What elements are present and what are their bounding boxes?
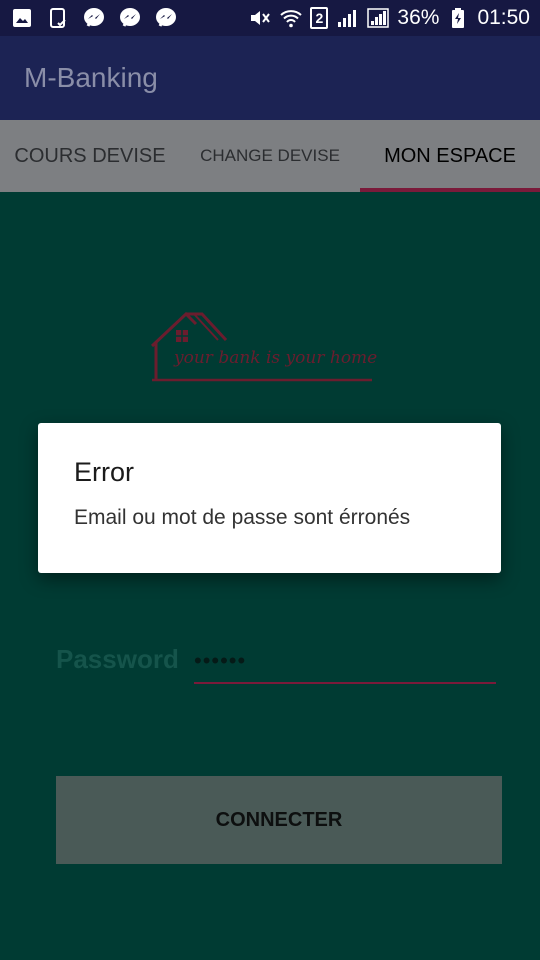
- app-title: M-Banking: [24, 62, 158, 93]
- file-check-icon: [46, 6, 70, 30]
- logo-tagline: your bank is your home: [174, 348, 378, 368]
- dialog-title: Error: [74, 457, 134, 487]
- bank-logo: your bank is your home: [148, 312, 378, 386]
- tab-cours-devise[interactable]: COURS DEVISE: [0, 120, 180, 192]
- status-notifications: [10, 6, 178, 30]
- messenger-icon: [154, 6, 178, 30]
- status-system: 2 36% 01:50: [248, 6, 530, 30]
- battery-charging-icon: [446, 6, 470, 30]
- status-bar: 2 36% 01:50: [0, 0, 540, 36]
- dialog-message: Email ou mot de passe sont érronés: [74, 506, 411, 529]
- signal-icon: [366, 6, 390, 30]
- tab-mon-espace[interactable]: MON ESPACE: [360, 120, 540, 192]
- connect-button[interactable]: CONNECTER: [56, 776, 502, 864]
- tab-change-devise[interactable]: CHANGE DEVISE: [180, 120, 360, 192]
- signal-icon: [335, 6, 359, 30]
- messenger-icon: [82, 6, 106, 30]
- sim-badge: 2: [310, 7, 329, 29]
- tab-bar: COURS DEVISE CHANGE DEVISE MON ESPACE: [0, 120, 540, 192]
- password-label: Password: [56, 644, 179, 674]
- error-dialog: Error Email ou mot de passe sont érronés: [38, 423, 501, 573]
- clock: 01:50: [477, 6, 530, 29]
- battery-percent: 36%: [397, 6, 440, 29]
- gallery-icon: [10, 6, 34, 30]
- app-bar: M-Banking: [0, 36, 540, 120]
- password-value: ••••••: [194, 648, 247, 673]
- messenger-icon: [118, 6, 142, 30]
- password-field[interactable]: ••••••: [194, 644, 496, 684]
- mute-icon: [248, 6, 272, 30]
- wifi-icon: [279, 6, 303, 30]
